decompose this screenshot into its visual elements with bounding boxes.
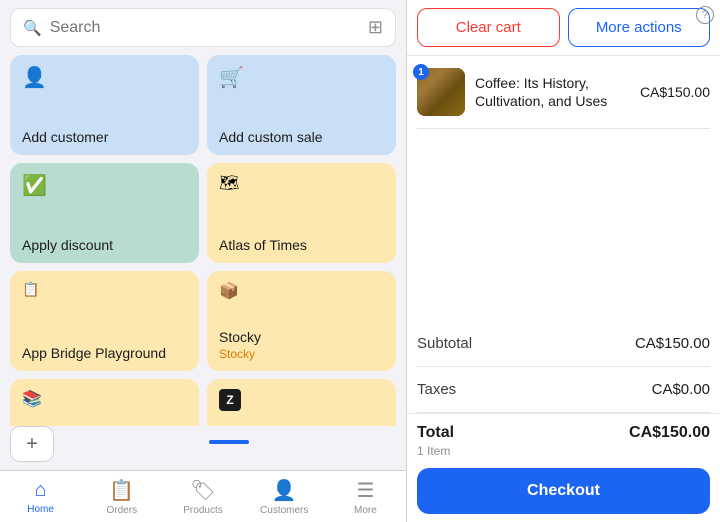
scroll-indicator [209, 440, 249, 444]
grid-item-label: Add custom sale [219, 129, 384, 145]
nav-item-customers[interactable]: 👤 Customers [244, 474, 325, 520]
customer-icon: 👤 [22, 65, 187, 90]
taxes-row: Taxes CA$0.00 [417, 367, 710, 413]
bottom-nav: ⌂ Home 📋 Orders 🏷 Products 👤 Customers ☰… [0, 470, 406, 522]
nav-item-more[interactable]: ☰ More [325, 474, 406, 520]
zapiet-icon: Z [219, 389, 241, 411]
help-icon[interactable]: ? [696, 6, 714, 24]
total-row: Total 1 Item CA$150.00 [417, 424, 710, 458]
nav-label: Customers [260, 505, 308, 516]
grid-item-stocky[interactable]: 📦 Stocky Stocky [207, 271, 396, 371]
cart-item-row[interactable]: 1 Coffee: Its History, Cultivation, and … [417, 56, 710, 129]
total-value: CA$150.00 [629, 424, 710, 442]
grid-item-app-bridge[interactable]: 📋 App Bridge Playground [10, 271, 199, 371]
grid-item-label: Add customer [22, 129, 187, 145]
stackable-icon: 📚 [22, 389, 187, 409]
taxes-label: Taxes [417, 381, 456, 398]
search-input[interactable] [50, 19, 360, 37]
atlas-icon: 🗺 [219, 173, 384, 193]
search-icon: 🔍 [23, 19, 42, 37]
subtotal-row: Subtotal CA$150.00 [417, 321, 710, 367]
grid-item-stackable[interactable]: 📚 Stackable Apply discounts [10, 379, 199, 426]
total-sublabel: 1 Item [417, 444, 454, 458]
add-row: + [0, 426, 406, 470]
cart-item-name: Coffee: Its History, Cultivation, and Us… [475, 74, 630, 110]
subtotal-label: Subtotal [417, 335, 472, 352]
grid-item-label: Apply discount [22, 237, 187, 253]
grid-item-sublabel: Stocky [219, 347, 384, 361]
checkout-button[interactable]: Checkout [417, 468, 710, 514]
nav-label: Orders [107, 505, 138, 516]
cart-item-price: CA$150.00 [640, 84, 710, 100]
grid-item-label: Atlas of Times [219, 237, 384, 253]
grid-item-apply-discount[interactable]: ✅ Apply discount [10, 163, 199, 263]
stocky-icon: 📦 [219, 281, 384, 301]
total-label: Total [417, 424, 454, 442]
cart-items: 1 Coffee: Its History, Cultivation, and … [407, 56, 720, 321]
right-panel: Clear cart More actions 1 Coffee: Its Hi… [407, 0, 720, 522]
grid-item-add-customer[interactable]: 👤 Add customer [10, 55, 199, 155]
grid-item-atlas-of-times[interactable]: 🗺 Atlas of Times [207, 163, 396, 263]
cart-item-info: Coffee: Its History, Cultivation, and Us… [475, 74, 630, 110]
discount-icon: ✅ [22, 173, 187, 198]
total-section: Total 1 Item CA$150.00 Checkout [407, 413, 720, 522]
app-grid: 👤 Add customer 🛒 Add custom sale ✅ Apply… [0, 55, 406, 426]
search-bar: 🔍 ⊞ [10, 8, 396, 47]
quantity-badge: 1 [413, 64, 429, 80]
nav-item-products[interactable]: 🏷 Products [162, 474, 243, 520]
nav-item-home[interactable]: ⌂ Home [0, 475, 81, 519]
grid-item-zapiet[interactable]: Z Zapiet View orders [207, 379, 396, 426]
customers-icon: 👤 [272, 478, 297, 503]
left-panel: 🔍 ⊞ 👤 Add customer 🛒 Add custom sale ✅ A… [0, 0, 407, 522]
nav-label: Products [183, 505, 222, 516]
nav-item-orders[interactable]: 📋 Orders [81, 474, 162, 520]
clear-cart-button[interactable]: Clear cart [417, 8, 560, 47]
summary-section: Subtotal CA$150.00 Taxes CA$0.00 [407, 321, 720, 413]
nav-label: More [354, 505, 377, 516]
nav-label: Home [27, 504, 54, 515]
subtotal-value: CA$150.00 [635, 335, 710, 352]
right-header: Clear cart More actions [407, 0, 720, 56]
custom-sale-icon: 🛒 [219, 65, 384, 90]
grid-item-add-custom-sale[interactable]: 🛒 Add custom sale [207, 55, 396, 155]
add-button[interactable]: + [10, 426, 54, 462]
taxes-value: CA$0.00 [652, 381, 710, 398]
home-icon: ⌂ [35, 479, 47, 502]
grid-item-label: Stocky [219, 329, 384, 345]
products-icon: 🏷 [190, 478, 215, 503]
more-actions-button[interactable]: More actions [568, 8, 711, 47]
grid-item-label: App Bridge Playground [22, 345, 187, 361]
grid-view-icon[interactable]: ⊞ [368, 17, 383, 38]
orders-icon: 📋 [109, 478, 134, 503]
app-bridge-icon: 📋 [22, 281, 187, 298]
more-icon: ☰ [356, 478, 374, 503]
